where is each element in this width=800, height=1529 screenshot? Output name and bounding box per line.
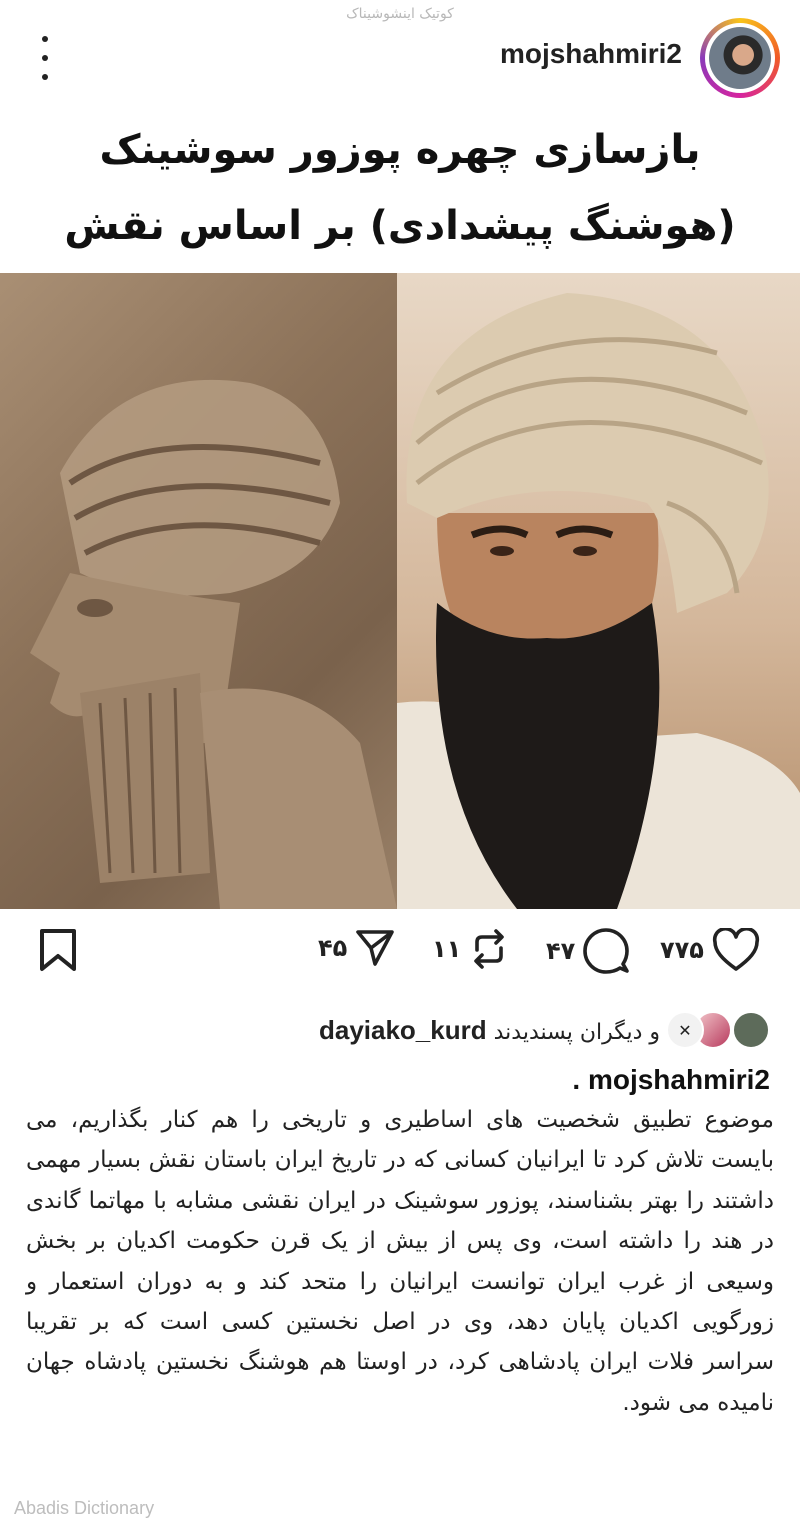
liked-by-suffix: و دیگران پسندیدند [493, 1019, 660, 1045]
send-icon [356, 930, 395, 966]
relief-image [0, 273, 397, 909]
heart-icon [712, 928, 760, 971]
bookmark-icon [40, 929, 76, 971]
more-options-icon[interactable] [30, 36, 60, 80]
like-count: ۷۷۵ [660, 936, 704, 964]
like-button[interactable]: ۷۷۵ [660, 928, 760, 972]
share-button[interactable]: ۴۵ [318, 928, 395, 968]
comment-icon [583, 928, 630, 974]
avatar [732, 1011, 770, 1049]
action-bar: ۴۵ ۱۱ ۴۷ ۷۷۵ [0, 922, 800, 992]
repost-icon [474, 929, 505, 969]
caption-text: موضوع تطبیق شخصیت های اساطیری و تاریخی ر… [26, 1107, 774, 1416]
repost-button[interactable]: ۱۱ [432, 928, 509, 970]
bookmark-button[interactable] [38, 928, 78, 972]
avatar: ✕ [666, 1011, 704, 1049]
bottom-watermark: Abadis Dictionary [14, 1498, 155, 1518]
liked-by-username[interactable]: dayiako_kurd [319, 1015, 487, 1045]
post-header: mojshahmiri2 [0, 14, 800, 98]
reconstruction-image [397, 273, 800, 909]
repost-count: ۱۱ [432, 935, 462, 963]
share-count: ۴۵ [318, 934, 348, 962]
post-username[interactable]: mojshahmiri2 [500, 38, 682, 70]
comment-count: ۴۷ [546, 937, 576, 965]
comment-button[interactable]: ۴۷ [546, 928, 630, 974]
liked-by-row[interactable]: ✕ و دیگران پسندیدند dayiako_kurd [319, 1010, 770, 1050]
avatar[interactable] [700, 18, 780, 98]
caption-username[interactable]: mojshahmiri2 . [572, 1064, 770, 1096]
post-image[interactable] [0, 273, 800, 909]
liked-by-text: و دیگران پسندیدند dayiako_kurd [319, 1015, 660, 1046]
